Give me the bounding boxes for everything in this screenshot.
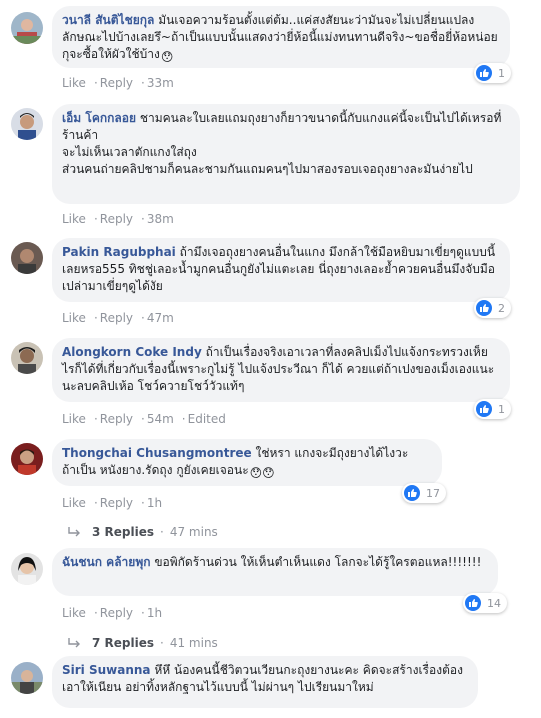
timestamp[interactable]: 47m [147,311,174,325]
comment-bubble: ฉันชนก คล้ายพุก ขอพิกัดร้านด่วน ให้เห็นต… [52,548,498,596]
avatar[interactable] [11,662,43,694]
timestamp[interactable]: 33m [147,76,174,90]
comment-author[interactable]: ฉันชนก คล้ายพุก [62,555,151,569]
reply-count[interactable]: 3 Replies [92,525,154,539]
thumbs-up-icon [465,595,481,611]
comment-bubble: Thongchai Chusangmontree ใช่หรา แกงจะมีถ… [52,439,442,486]
reply-link[interactable]: Reply [100,212,133,226]
reaction-count[interactable]: 14 [463,593,507,613]
avatar[interactable] [11,12,43,44]
comment-author[interactable]: วนาลี สันติไชยกุล [62,13,154,27]
comment-actions: Like · Reply · 54m · Edited [62,412,226,426]
comment-author[interactable]: Alongkorn Coke Indy [62,345,202,359]
like-link[interactable]: Like [62,212,86,226]
view-replies[interactable]: 7 Replies · 41 mins [66,636,218,650]
like-link[interactable]: Like [62,606,86,620]
comment-bubble: วนาลี สันติไชยกุล มันเจอความร้อนตั้งแต่ต… [52,6,510,68]
view-replies[interactable]: 3 Replies · 47 mins [66,525,218,539]
thumbs-up-icon [476,401,492,417]
like-link[interactable]: Like [62,412,86,426]
reply-link[interactable]: Reply [100,496,133,510]
reply-link[interactable]: Reply [100,606,133,620]
avatar[interactable] [11,108,43,140]
reaction-count[interactable]: 1 [474,63,511,83]
edited-label[interactable]: Edited [188,412,226,426]
comment-bubble: เอ็ม โคกกลอย ชามคนละใบเลยแถมถุงยางก็ยาวข… [52,104,520,204]
like-link[interactable]: Like [62,76,86,90]
reaction-number: 14 [487,596,501,610]
reaction-number: 17 [426,486,440,500]
reply-link[interactable]: Reply [100,412,133,426]
avatar[interactable] [11,342,43,374]
reply-arrow-icon [68,638,80,648]
timestamp[interactable]: 1h [147,496,162,510]
reply-arrow-icon [68,527,80,537]
reply-time: 41 mins [169,636,218,650]
timestamp[interactable]: 54m [147,412,174,426]
reaction-number: 1 [498,66,505,80]
thumbs-up-icon [476,65,492,81]
emoji-icon: 😯 [160,50,174,64]
comment-text: ขอพิกัดร้านด่วน ให้เห็นตำเห็นแดง โลกจะได… [154,555,482,569]
timestamp[interactable]: 38m [147,212,174,226]
thumbs-up-icon [404,485,420,501]
avatar[interactable] [11,242,43,274]
comment-bubble: Pakin Ragubphai ถ้ามึงเจอถุงยางคนอื่นในแ… [52,238,510,302]
reaction-count[interactable]: 2 [474,298,511,318]
thumbs-up-icon [476,300,492,316]
avatar[interactable] [11,553,43,585]
comment-actions: Like · Reply · 33m [62,76,174,90]
reaction-number: 1 [498,402,505,416]
comment-actions: Like · Reply · 38m [62,212,174,226]
comment-author[interactable]: Pakin Ragubphai [62,245,176,259]
comment-actions: Like · Reply · 47m [62,311,174,325]
comment-author[interactable]: เอ็ม โคกกลอย [62,111,136,125]
comment-actions: Like · Reply · 1h [62,496,163,510]
reply-time: 47 mins [169,525,218,539]
like-link[interactable]: Like [62,496,86,510]
reaction-count[interactable]: 1 [474,399,511,419]
comment-bubble: Alongkorn Coke Indy ถ้าเป็นเรื่องจริงเอา… [52,338,510,402]
comment-author[interactable]: Siri Suwanna [62,663,151,677]
comment-author[interactable]: Thongchai Chusangmontree [62,446,252,460]
reply-link[interactable]: Reply [100,311,133,325]
like-link[interactable]: Like [62,311,86,325]
avatar[interactable] [11,443,43,475]
comment-bubble: Siri Suwanna หึหึ น้องคนนี้ชีวิตวนเวียนก… [52,656,478,708]
reaction-number: 2 [498,301,505,315]
reaction-count[interactable]: 17 [402,483,446,503]
reply-link[interactable]: Reply [100,76,133,90]
comment-actions: Like · Reply · 1h [62,606,163,620]
timestamp[interactable]: 1h [147,606,162,620]
reply-count[interactable]: 7 Replies [92,636,154,650]
emoji-icon: 😯😯 [249,466,275,480]
